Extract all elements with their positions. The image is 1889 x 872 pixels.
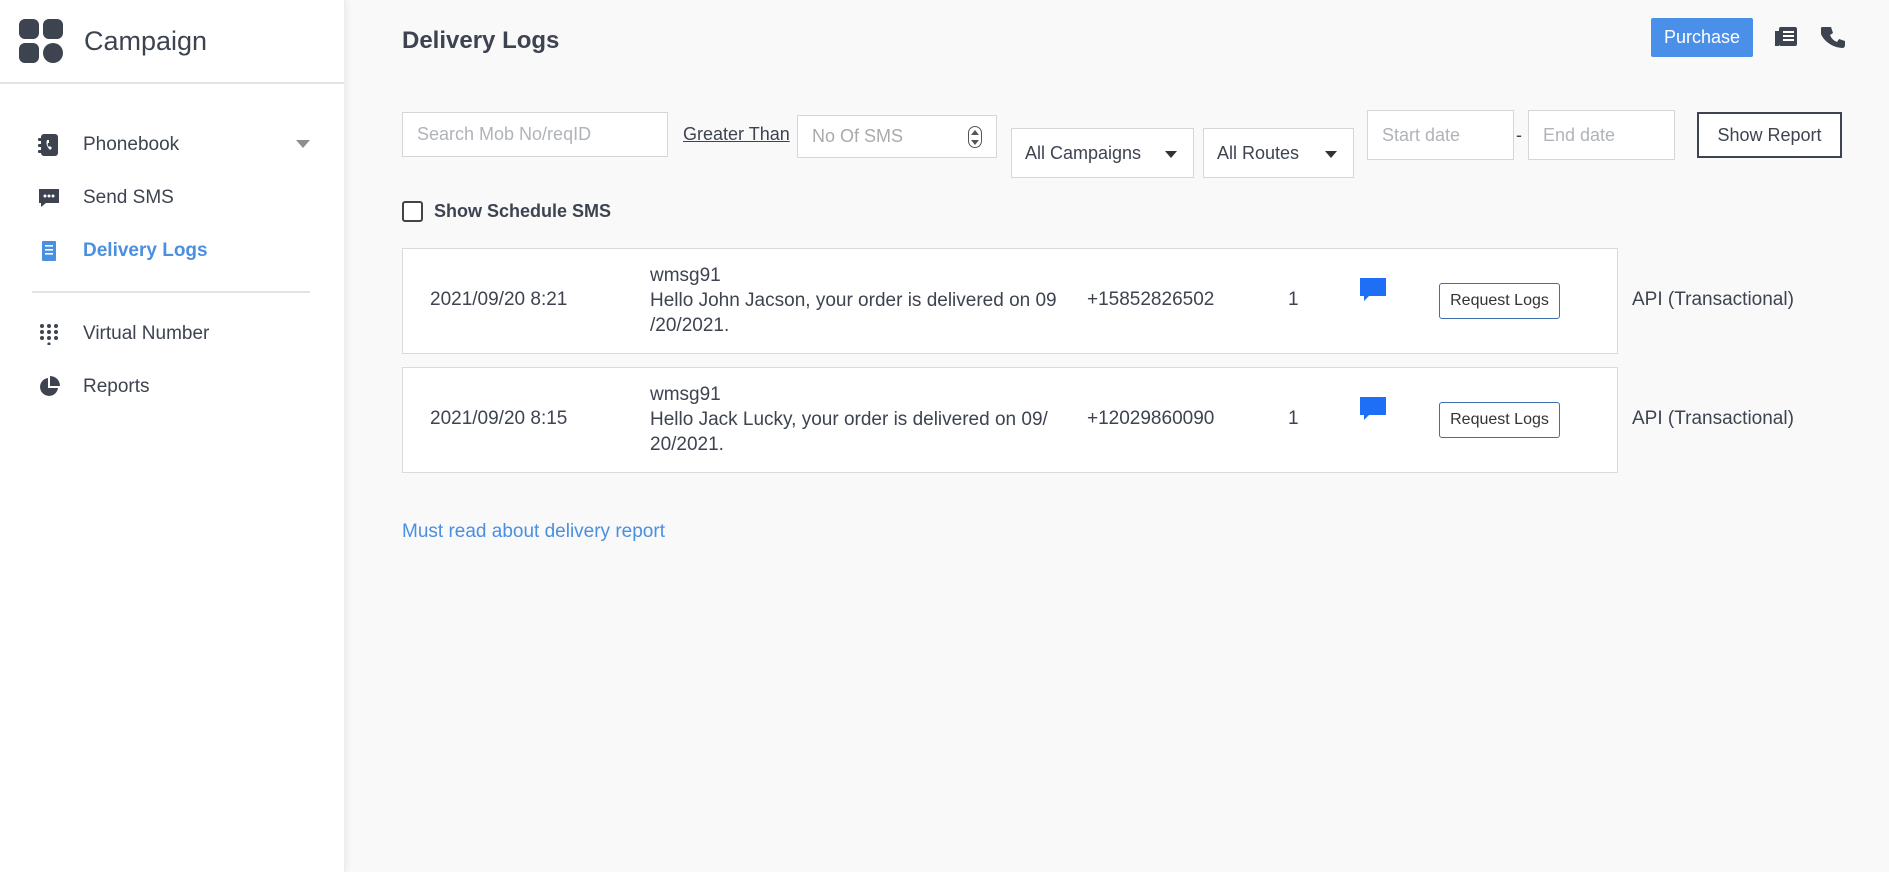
sidebar-item-virtual-number[interactable]: Virtual Number <box>0 307 344 360</box>
schedule-toggle: Show Schedule SMS <box>402 201 611 222</box>
brand-header: Campaign <box>0 0 344 84</box>
chevron-down-icon <box>1165 151 1177 158</box>
sms-count-field[interactable]: No Of SMS <box>797 115 997 158</box>
main-content: Delivery Logs Purchase Greater Than No O… <box>402 0 1889 872</box>
sidebar-item-phonebook[interactable]: Phonebook <box>0 118 344 171</box>
document-icon <box>37 239 61 263</box>
log-row: 2021/09/20 8:15 wmsg91 Hello Jack Lucky,… <box>402 367 1794 473</box>
search-input[interactable] <box>402 112 668 157</box>
show-schedule-label: Show Schedule SMS <box>434 201 612 221</box>
route-select[interactable]: All Routes <box>1203 128 1354 178</box>
log-phone: +12029860090 <box>1087 408 1215 429</box>
phonebook-icon <box>37 133 61 157</box>
sidebar-item-delivery-logs[interactable]: Delivery Logs <box>0 224 344 277</box>
top-actions: Purchase <box>1650 18 1849 57</box>
log-message-line: /20/2021. <box>650 315 730 336</box>
start-date-input[interactable] <box>1367 110 1514 160</box>
log-route: API (Transactional) <box>1632 289 1794 310</box>
log-sender: wmsg91 <box>650 384 721 405</box>
date-separator: - <box>1516 125 1522 145</box>
sidebar-item-label: Phonebook <box>83 133 180 155</box>
sidebar-item-label: Delivery Logs <box>83 239 208 261</box>
contact-list-icon[interactable] <box>1771 23 1801 53</box>
log-date: 2021/09/20 8:21 <box>430 289 568 310</box>
log-message: wmsg91 Hello Jack Lucky, your order is d… <box>650 382 1070 457</box>
dialpad-icon <box>37 322 61 346</box>
route-select-value: All Routes <box>1217 142 1300 163</box>
chevron-down-icon[interactable] <box>296 140 310 148</box>
end-date-input[interactable] <box>1528 110 1675 160</box>
app-title: Campaign <box>84 25 208 56</box>
show-schedule-checkbox[interactable] <box>402 201 423 222</box>
log-sender: wmsg91 <box>650 265 721 286</box>
log-message-line: Hello Jack Lucky, your order is delivere… <box>650 409 1048 430</box>
sidebar-item-send-sms[interactable]: Send SMS <box>0 171 344 224</box>
sidebar-item-label: Virtual Number <box>83 322 210 344</box>
log-phone: +15852826502 <box>1087 289 1215 310</box>
sidebar-item-label: Send SMS <box>83 186 174 208</box>
chat-bubble-icon[interactable] <box>1359 396 1389 424</box>
pie-chart-icon <box>37 375 61 399</box>
stepper-arrows-icon[interactable] <box>968 126 982 148</box>
delivery-report-info-link[interactable]: Must read about delivery report <box>402 521 665 543</box>
log-route: API (Transactional) <box>1632 408 1794 429</box>
request-logs-button[interactable]: Request Logs <box>1439 402 1560 438</box>
greater-than-toggle[interactable]: Greater Than <box>683 124 790 145</box>
phone-icon[interactable] <box>1819 23 1849 53</box>
request-logs-button[interactable]: Request Logs <box>1439 283 1560 319</box>
chat-bubble-icon[interactable] <box>1359 277 1389 305</box>
log-message: wmsg91 Hello John Jacson, your order is … <box>650 263 1070 338</box>
purchase-button[interactable]: Purchase <box>1650 18 1753 57</box>
sms-count-placeholder: No Of SMS <box>812 126 904 146</box>
sidebar-item-label: Reports <box>83 375 150 397</box>
log-count: 1 <box>1288 408 1299 429</box>
chat-icon <box>37 186 61 210</box>
log-date: 2021/09/20 8:15 <box>430 408 568 429</box>
delivery-log-list: 2021/09/20 8:21 wmsg91 Hello John Jacson… <box>402 248 1842 486</box>
campaign-select[interactable]: All Campaigns <box>1011 128 1194 178</box>
campaign-select-value: All Campaigns <box>1025 142 1142 163</box>
sidebar-nav: Phonebook Send SMS Delivery Logs Virtual… <box>0 84 344 413</box>
show-report-button[interactable]: Show Report <box>1697 112 1842 158</box>
sidebar: Campaign Phonebook Send SMS Delivery Log… <box>0 0 345 872</box>
log-row: 2021/09/20 8:21 wmsg91 Hello John Jacson… <box>402 248 1794 354</box>
sidebar-item-reports[interactable]: Reports <box>0 360 344 413</box>
log-message-line: Hello John Jacson, your order is deliver… <box>650 290 1057 311</box>
page-title: Delivery Logs <box>402 27 560 54</box>
sidebar-divider <box>32 291 310 293</box>
log-message-line: 20/2021. <box>650 434 724 455</box>
chevron-down-icon <box>1325 151 1337 158</box>
app-logo-icon <box>19 19 63 63</box>
filters-bar: Greater Than No Of SMS All Campaigns All… <box>402 110 1842 185</box>
log-count: 1 <box>1288 289 1299 310</box>
